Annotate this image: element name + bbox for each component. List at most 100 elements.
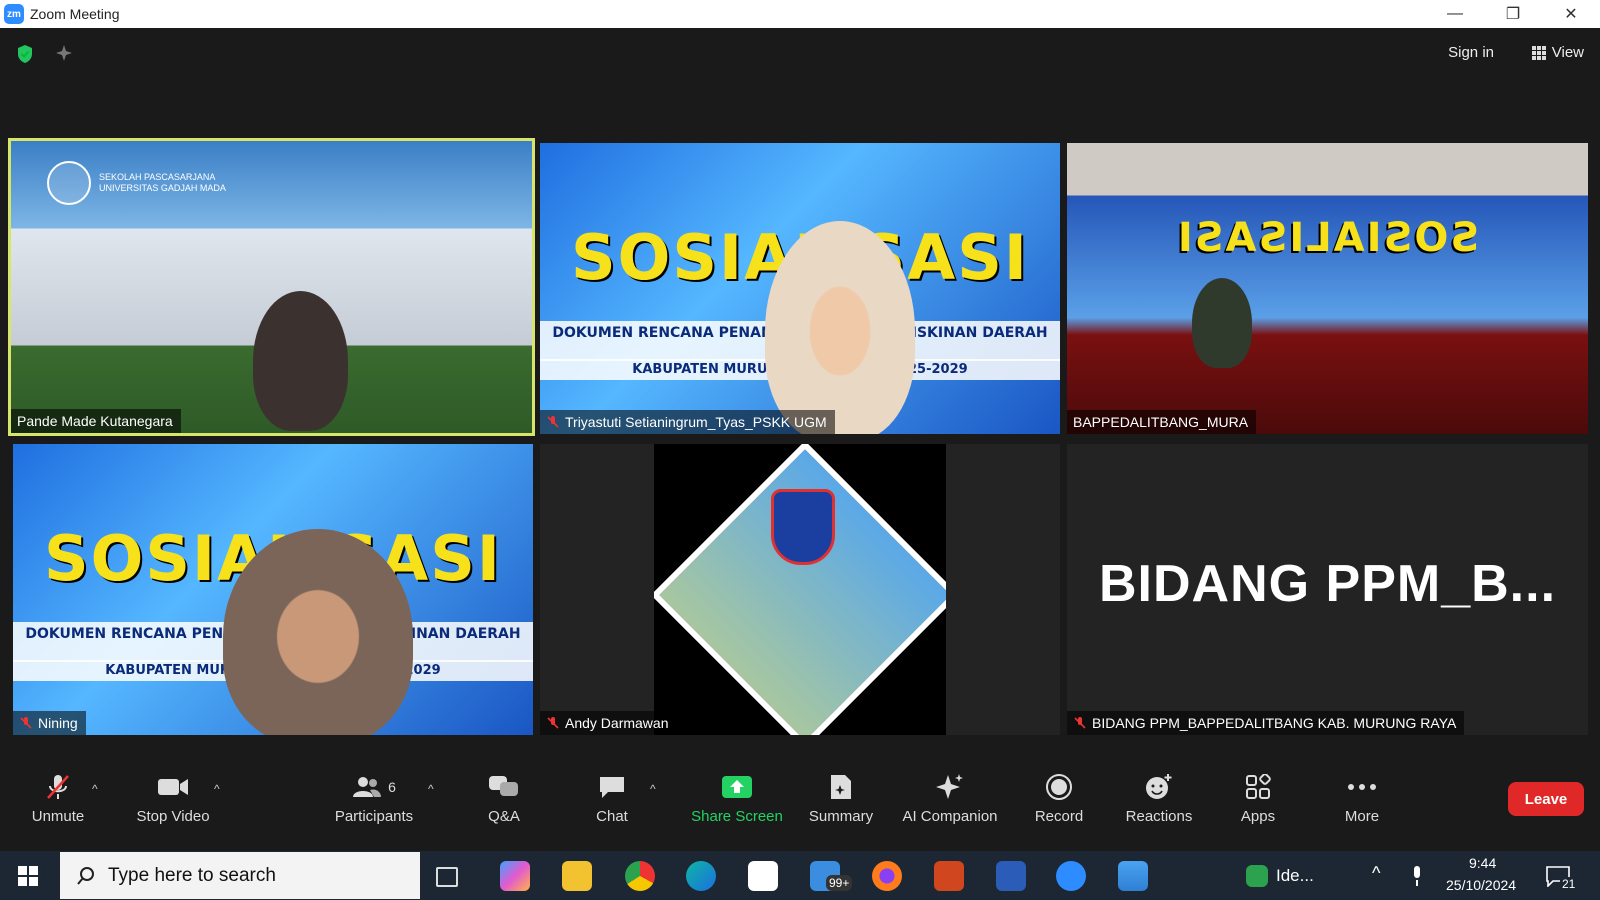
apps-icon [1246,774,1271,799]
close-button[interactable]: ✕ [1542,0,1600,28]
profile-picture [654,444,946,735]
participants-button[interactable]: 6 Participants [328,770,420,834]
video-tile-bidang-ppm[interactable]: BIDANG PPM_B... BIDANG PPM_BAPPEDALITBAN… [1067,444,1588,735]
ugm-header: SEKOLAH PASCASARJANA UNIVERSITAS GADJAH … [47,161,226,205]
participant-name-label: Nining [13,711,86,735]
video-tile-nining[interactable]: SOSIALISASI DOKUMEN RENCANA PENANGGULANG… [13,444,533,735]
apps-label: Apps [1240,808,1276,825]
record-button[interactable]: Record [1030,770,1088,834]
participant-display-name: BIDANG PPM_B... [1098,555,1557,613]
firefox-icon[interactable] [872,861,902,891]
participant-name: Triyastuti Setianingrum_Tyas_PSKK UGM [565,414,827,430]
window-controls: — ❐ ✕ [1426,0,1600,28]
room-background [1067,143,1588,434]
participant-name: BAPPEDALITBANG_MURA [1073,414,1249,430]
zoom-taskbar-icon[interactable] [1056,861,1086,891]
clock-date[interactable]: 25/10/2024 [1446,877,1516,893]
participants-label: Participants [334,808,414,825]
reactions-label: Reactions [1125,808,1193,825]
shield-icon[interactable] [16,44,34,64]
participants-options-caret[interactable]: ^ [428,782,434,796]
reactions-button[interactable]: Reactions [1124,770,1194,834]
zoom-logo-icon: zm [4,4,24,24]
chrome-icon[interactable] [625,861,655,891]
chat-label: Chat [596,808,628,825]
ideas-app-label[interactable]: Ide... [1276,866,1314,886]
record-icon [1046,774,1072,800]
participant-name: Nining [38,715,78,731]
video-options-caret[interactable]: ^ [214,782,220,796]
more-button[interactable]: More [1340,770,1384,834]
word-icon[interactable] [996,861,1026,891]
stop-video-button[interactable]: Stop Video [132,770,214,834]
photos-icon[interactable] [1118,861,1148,891]
video-tile-pande[interactable]: SEKOLAH PASCASARJANA UNIVERSITAS GADJAH … [8,138,535,436]
participant-name: Andy Darmawan [565,715,669,731]
chat-options-caret[interactable]: ^ [650,782,656,796]
copilot-icon[interactable] [500,861,530,891]
ugm-seal-icon [47,161,91,205]
file-explorer-icon[interactable] [562,861,592,891]
notification-badge: 21 [1560,877,1578,891]
microphone-tray-icon[interactable] [1410,865,1424,887]
mic-muted-icon [547,717,559,729]
record-label: Record [1034,808,1084,825]
unmute-button[interactable]: Unmute [24,770,92,834]
participant-name-label: Triyastuti Setianingrum_Tyas_PSKK UGM [540,410,835,434]
participants-icon [353,777,382,797]
ugm-header-text: SEKOLAH PASCASARJANA UNIVERSITAS GADJAH … [99,172,226,193]
minimize-button[interactable]: — [1426,0,1484,28]
banner-title: SOSIALISASI [1175,215,1480,261]
participant-name-label: BIDANG PPM_BAPPEDALITBANG KAB. MURUNG RA… [1067,711,1465,735]
regency-emblem-icon [771,489,835,565]
window-titlebar: zm Zoom Meeting — ❐ ✕ [0,0,1600,28]
ai-companion-label: AI Companion [902,808,998,825]
participant-video-figure [253,291,348,431]
sparkle-icon[interactable] [55,44,73,62]
restore-button[interactable]: ❐ [1484,0,1542,28]
tray-chevron-icon[interactable]: ^ [1372,863,1380,884]
video-tile-andy[interactable]: Andy Darmawan [540,444,1060,735]
participant-video-figure [223,529,413,735]
grid-icon [1531,45,1546,60]
video-camera-icon [158,779,188,795]
meeting-topbar: Sign in View [0,28,1600,80]
sign-in-link[interactable]: Sign in [1448,44,1494,61]
reactions-icon [1146,774,1172,799]
summary-button[interactable]: Summary [806,770,876,834]
video-tile-bappedalitbang[interactable]: SOSIALISASI BAPPEDALITBANG_MURA [1067,143,1588,434]
apps-button[interactable]: Apps [1236,770,1280,834]
participants-count: 6 [388,779,396,795]
meeting-toolbar: Unmute ^ Stop Video ^ 6 Participants ^ Q… [0,770,1600,834]
mic-muted-icon [1074,717,1086,729]
qa-icon [489,776,518,796]
participant-name-label: BAPPEDALITBANG_MURA [1067,410,1257,434]
ai-companion-button[interactable]: AI Companion [899,770,1001,834]
ai-companion-icon [936,774,963,799]
video-tile-triyastuti[interactable]: SOSIALISASI DOKUMEN RENCANA PENANGGULANG… [540,143,1060,434]
view-label: View [1551,44,1584,61]
participant-name: Pande Made Kutanegara [17,413,173,429]
qa-button[interactable]: Q&A [476,770,532,834]
edge-icon[interactable] [686,861,716,891]
mic-muted-icon [547,416,559,428]
participant-name-label: Pande Made Kutanegara [11,409,181,433]
task-view-icon[interactable] [436,867,458,887]
share-screen-button[interactable]: Share Screen [684,770,790,834]
ideas-app-icon[interactable] [1246,865,1268,887]
participant-name-label: Andy Darmawan [540,711,677,735]
microsoft-store-icon[interactable] [748,861,778,891]
mic-muted-icon [20,717,32,729]
taskbar-search-box[interactable]: Type here to search [60,852,420,899]
powerpoint-icon[interactable] [934,861,964,891]
view-button[interactable]: View [1531,44,1584,61]
clock-time[interactable]: 9:44 [1469,855,1496,871]
audio-options-caret[interactable]: ^ [92,782,98,796]
search-placeholder: Type here to search [108,864,276,886]
stop-video-label: Stop Video [136,808,210,825]
leave-button[interactable]: Leave [1508,782,1584,816]
chat-button[interactable]: Chat [584,770,640,834]
windows-start-icon[interactable] [18,866,38,886]
mic-muted-icon [47,775,69,799]
participant-name: BIDANG PPM_BAPPEDALITBANG KAB. MURUNG RA… [1092,715,1457,731]
